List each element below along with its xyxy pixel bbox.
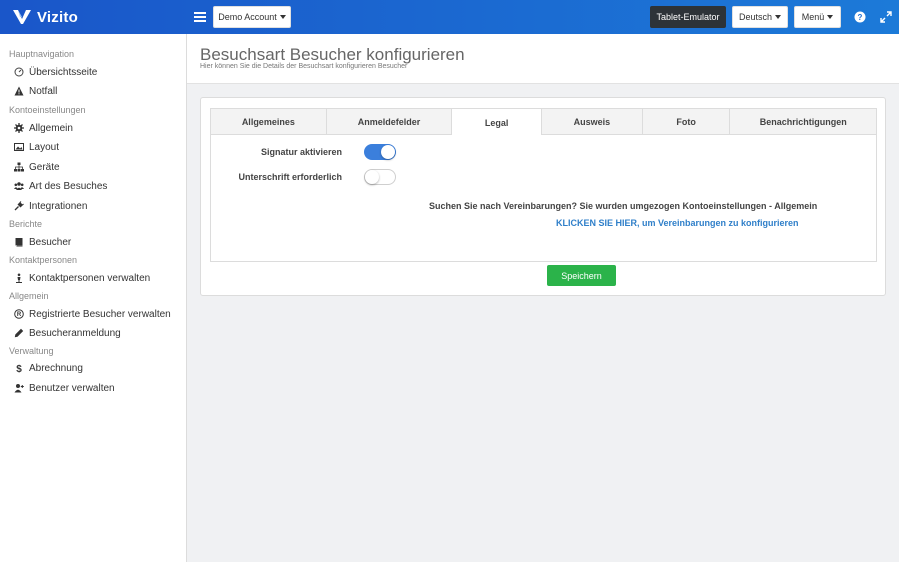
svg-text:$: $ bbox=[16, 364, 22, 373]
svg-text:?: ? bbox=[858, 13, 863, 22]
sidebar-item-label: Registrierte Besucher verwalten bbox=[29, 308, 171, 320]
sidebar-item-registered-visitors[interactable]: R Registrierte Besucher verwalten bbox=[14, 305, 171, 323]
sidebar-item-label: Benutzer verwalten bbox=[29, 382, 115, 394]
sidebar-section-title: Kontaktpersonen bbox=[9, 255, 78, 265]
tab-photo[interactable]: Foto bbox=[643, 109, 731, 134]
svg-text:R: R bbox=[17, 312, 22, 318]
save-button[interactable]: Speichern bbox=[547, 265, 616, 286]
fullscreen-icon[interactable] bbox=[880, 11, 892, 23]
sidebar-section-title: Allgemein bbox=[9, 291, 49, 301]
signature-label: Signatur aktivieren bbox=[260, 147, 342, 157]
tab-bar: Allgemeines Anmeldefelder Legal Ausweis … bbox=[210, 108, 877, 137]
sidebar-item-label: Abrechnung bbox=[29, 362, 83, 374]
account-label: Demo Account bbox=[218, 12, 277, 22]
sidebar-item-label: Integrationen bbox=[29, 200, 88, 212]
sidebar-item-dashboard[interactable]: Übersichtsseite bbox=[14, 63, 97, 81]
tab-legal[interactable]: Legal bbox=[452, 109, 543, 137]
page-title: Besuchsart Besucher konfigurieren bbox=[200, 45, 465, 64]
sidebar-item-label: Besucheranmeldung bbox=[29, 327, 121, 339]
pencil-icon bbox=[14, 328, 24, 338]
tab-general[interactable]: Allgemeines bbox=[211, 109, 327, 134]
person-icon bbox=[14, 273, 24, 283]
signature-toggle[interactable] bbox=[364, 144, 396, 160]
sidebar-item-manage-users[interactable]: Benutzer verwalten bbox=[14, 379, 115, 397]
sidebar-item-general[interactable]: Allgemein bbox=[14, 119, 73, 137]
sidebar-item-label: Kontaktpersonen verwalten bbox=[29, 272, 151, 284]
tab-signin-fields[interactable]: Anmeldefelder bbox=[327, 109, 453, 134]
sidebar-item-label: Art des Besuches bbox=[29, 180, 108, 192]
settings-card: Allgemeines Anmeldefelder Legal Ausweis … bbox=[200, 97, 886, 296]
sidebar-item-visit-type[interactable]: Art des Besuches bbox=[14, 177, 107, 195]
dollar-icon: $ bbox=[14, 363, 24, 373]
sidebar-item-label: Geräte bbox=[29, 161, 60, 173]
sidebar-item-label: Besucher bbox=[29, 236, 72, 248]
configure-agreements-link[interactable]: KLICKEN SIE HIER, um Vereinbarungen zu k… bbox=[556, 218, 799, 228]
gear-icon bbox=[14, 123, 24, 133]
sidebar-section-title: Berichte bbox=[9, 219, 43, 229]
image-icon bbox=[14, 142, 24, 152]
tab-badge[interactable]: Ausweis bbox=[542, 109, 643, 134]
help-icon[interactable]: ? bbox=[854, 11, 866, 23]
tablet-emulator-button[interactable]: Tablet-Emulator bbox=[650, 6, 726, 28]
agreements-info-text: Suchen Sie nach Vereinbarungen? Sie wurd… bbox=[429, 201, 818, 211]
sidebar-item-emergency[interactable]: Notfall bbox=[14, 82, 57, 100]
user-plus-icon bbox=[14, 383, 24, 393]
sidebar-section-title: Verwaltung bbox=[9, 346, 54, 356]
caret-down-icon bbox=[775, 15, 782, 19]
sidebar-item-label: Layout bbox=[29, 141, 60, 153]
sidebar-item-integrations[interactable]: Integrationen bbox=[14, 197, 87, 215]
hamburger-menu-icon[interactable] bbox=[193, 10, 207, 24]
sidebar-item-label: Allgemein bbox=[29, 122, 73, 134]
toggle-knob bbox=[365, 170, 379, 184]
top-bar: Vizito Demo Account Tablet-Emulator Deut… bbox=[0, 0, 899, 34]
account-dropdown-button[interactable]: Demo Account bbox=[213, 6, 291, 28]
handwriting-label: Unterschrift erforderlich bbox=[238, 172, 342, 182]
menu-dropdown-button[interactable]: Menü bbox=[794, 6, 841, 28]
sidebar-item-label: Übersichtsseite bbox=[29, 66, 98, 78]
sidebar-section-title: Hauptnavigation bbox=[9, 49, 75, 59]
sidebar-item-visitor-signin[interactable]: Besucheranmeldung bbox=[14, 324, 121, 342]
brand-logo[interactable]: Vizito bbox=[12, 8, 78, 26]
sidebar: Hauptnavigation Übersichtsseite Notfall … bbox=[0, 34, 187, 562]
users-icon bbox=[14, 181, 24, 191]
tablet-emulator-label: Tablet-Emulator bbox=[656, 12, 720, 22]
sidebar-item-label: Notfall bbox=[29, 85, 58, 97]
tab-notifications[interactable]: Benachrichtigungen bbox=[730, 109, 876, 134]
registered-icon: R bbox=[14, 309, 24, 319]
sidebar-item-manage-contacts[interactable]: Kontaktpersonen verwalten bbox=[14, 269, 150, 287]
caret-down-icon bbox=[279, 15, 286, 19]
language-label: Deutsch bbox=[738, 12, 773, 22]
brand-name: Vizito bbox=[37, 8, 78, 26]
warning-icon bbox=[14, 86, 24, 96]
caret-down-icon bbox=[827, 15, 834, 19]
dashboard-icon bbox=[14, 67, 24, 77]
legal-tab-panel: Signatur aktivieren Unterschrift erforde… bbox=[210, 135, 877, 262]
sidebar-section-title: Kontoeinstellungen bbox=[9, 105, 86, 115]
sitemap-icon bbox=[14, 162, 24, 172]
sidebar-item-layout[interactable]: Layout bbox=[14, 138, 59, 156]
toggle-knob bbox=[381, 145, 395, 159]
sidebar-item-visitors-report[interactable]: Besucher bbox=[14, 233, 71, 251]
page-subtitle: Hier können Sie die Details der Besuchsa… bbox=[200, 63, 408, 70]
handwriting-toggle[interactable] bbox=[364, 169, 396, 185]
sidebar-item-billing[interactable]: $ Abrechnung bbox=[14, 359, 83, 377]
sidebar-item-devices[interactable]: Geräte bbox=[14, 158, 60, 176]
language-dropdown-button[interactable]: Deutsch bbox=[732, 6, 788, 28]
plug-icon bbox=[14, 201, 24, 211]
menu-label: Menü bbox=[801, 12, 825, 22]
vizito-logo-icon bbox=[13, 10, 31, 24]
book-icon bbox=[14, 237, 24, 247]
page-header: Besuchsart Besucher konfigurieren Hier k… bbox=[187, 34, 899, 84]
